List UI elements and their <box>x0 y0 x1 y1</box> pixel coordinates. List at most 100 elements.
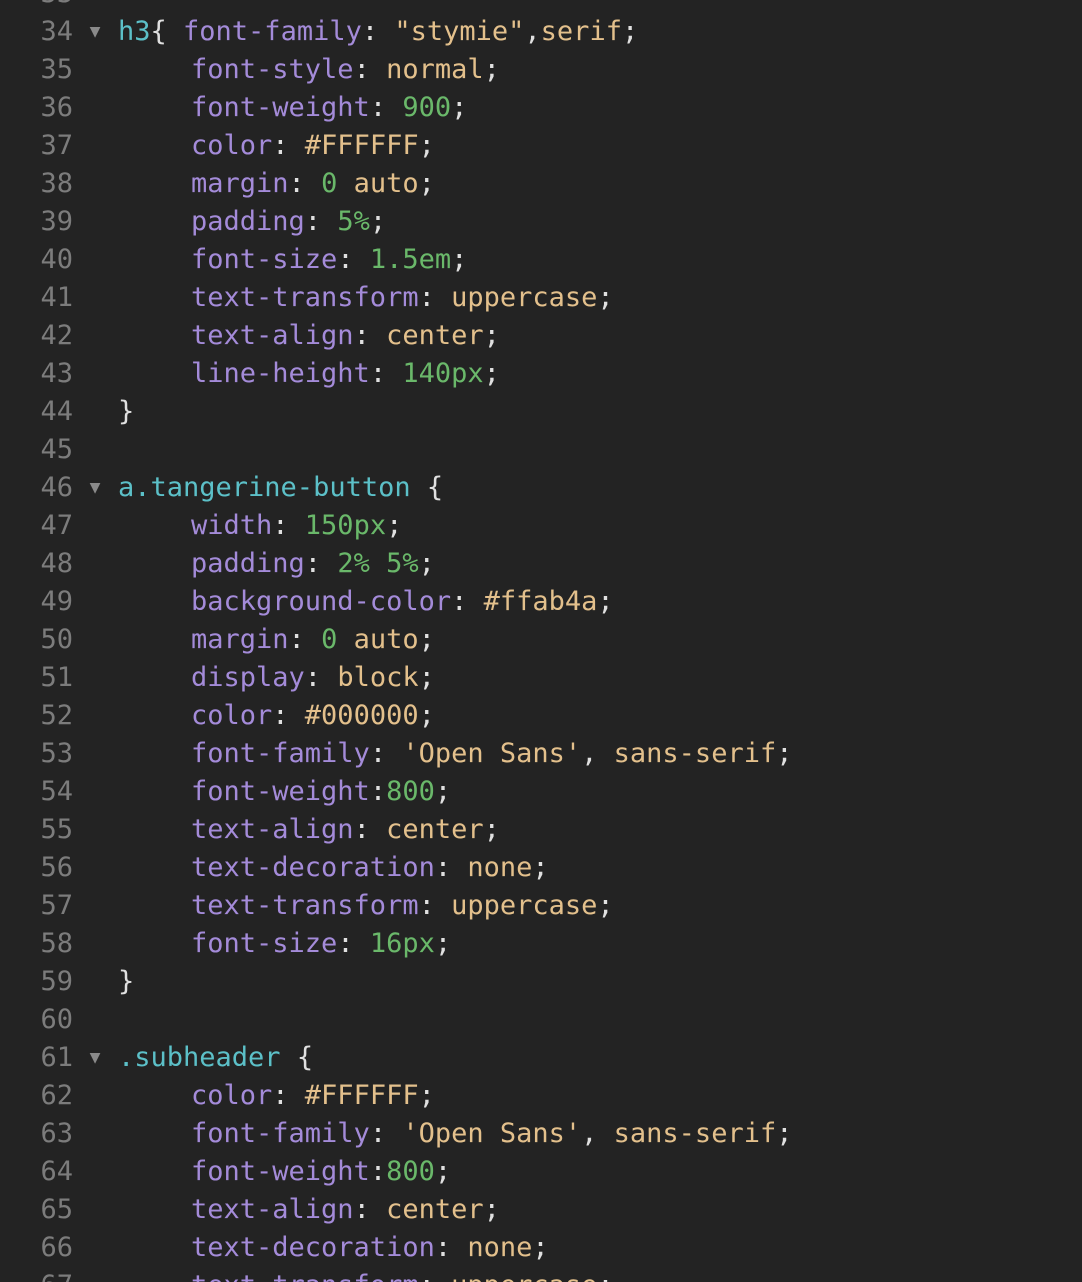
code-token: : <box>418 890 452 921</box>
line-number: 63 <box>40 1118 73 1149</box>
code-line[interactable]: 45 <box>0 431 1082 469</box>
line-number: 41 <box>40 282 73 313</box>
line-number: 51 <box>40 662 73 693</box>
code-token: 0 <box>321 168 338 199</box>
code-text: color: #FFFFFF; <box>118 127 435 165</box>
code-token: 140px <box>402 358 484 389</box>
code-token: 2% <box>337 548 370 579</box>
code-text: width: 150px; <box>118 507 402 545</box>
code-line[interactable]: 48 padding: 2% 5%; <box>0 545 1082 583</box>
code-line[interactable]: 33 <box>0 0 1082 13</box>
code-line[interactable]: 34 ▼ h3{ font-family: "stymie",serif; <box>0 13 1082 51</box>
code-line[interactable]: 60 <box>0 1001 1082 1039</box>
code-line[interactable]: 56 text-decoration: none; <box>0 849 1082 887</box>
code-token: : <box>434 852 468 883</box>
code-token: ; <box>418 662 435 693</box>
code-text: text-align: center; <box>118 317 500 355</box>
code-token: text-transform <box>191 890 419 921</box>
code-token: "stymie" <box>394 16 525 47</box>
code-token: none <box>467 852 533 883</box>
code-line[interactable]: 55 text-align: center; <box>0 811 1082 849</box>
code-line[interactable]: 52 color: #000000; <box>0 697 1082 735</box>
code-token: uppercase <box>451 1270 597 1282</box>
code-token: #FFFFFF <box>304 130 419 161</box>
code-line[interactable]: 51 display: block; <box>0 659 1082 697</box>
line-number: 54 <box>40 776 73 807</box>
code-token: text-decoration <box>191 1232 435 1263</box>
code-token: 800 <box>386 1156 435 1187</box>
code-line[interactable]: 39 padding: 5%; <box>0 203 1082 241</box>
code-line[interactable]: 43 line-height: 140px; <box>0 355 1082 393</box>
code-line[interactable]: 37 color: #FFFFFF; <box>0 127 1082 165</box>
code-token: : <box>272 1080 305 1111</box>
code-token: : <box>272 700 305 731</box>
code-token: ; <box>434 776 452 807</box>
code-line[interactable]: 35 font-style: normal; <box>0 51 1082 89</box>
code-token: text-transform <box>191 1270 419 1282</box>
code-line[interactable]: 66 text-decoration: none; <box>0 1229 1082 1267</box>
code-text: h3{ font-family: "stymie",serif; <box>118 13 638 51</box>
code-text: .subheader { <box>118 1039 313 1077</box>
code-token: : <box>288 168 322 199</box>
fold-arrow-icon[interactable]: ▼ <box>84 1039 106 1077</box>
code-line[interactable]: 67 text-transform: uppercase; <box>0 1267 1082 1282</box>
code-line[interactable]: 50 margin: 0 auto; <box>0 621 1082 659</box>
code-token: ; <box>434 928 452 959</box>
code-token: ; <box>483 358 500 389</box>
code-token: : <box>353 320 387 351</box>
code-token: : <box>353 1194 387 1225</box>
code-token: { <box>410 472 444 503</box>
code-line[interactable]: 65 text-align: center; <box>0 1191 1082 1229</box>
code-token: 'Open Sans' <box>402 1118 582 1149</box>
code-line[interactable]: 58 font-size: 16px; <box>0 925 1082 963</box>
code-token: : <box>304 548 338 579</box>
code-line[interactable]: 61 ▼ .subheader { <box>0 1039 1082 1077</box>
code-token: color <box>191 1080 273 1111</box>
code-line[interactable]: 41 text-transform: uppercase; <box>0 279 1082 317</box>
code-token: : <box>451 586 484 617</box>
code-token: padding <box>191 206 305 237</box>
code-token: center <box>386 1194 484 1225</box>
line-number: 35 <box>40 54 73 85</box>
code-line[interactable]: 46 ▼ a.tangerine-button { <box>0 469 1082 507</box>
line-number: 55 <box>40 814 73 845</box>
code-line[interactable]: 42 text-align: center; <box>0 317 1082 355</box>
fold-arrow-icon[interactable]: ▼ <box>84 13 106 51</box>
code-text: font-weight: 900; <box>118 89 467 127</box>
code-line[interactable]: 53 font-family: 'Open Sans', sans-serif; <box>0 735 1082 773</box>
code-token: ; <box>418 624 435 655</box>
code-token: font-weight <box>191 92 370 123</box>
code-token: : <box>369 358 403 389</box>
code-text: } <box>118 393 134 431</box>
code-line[interactable]: 62 color: #FFFFFF; <box>0 1077 1082 1115</box>
line-number: 60 <box>40 1004 73 1035</box>
line-number: 57 <box>40 890 73 921</box>
code-line[interactable]: 36 font-weight: 900; <box>0 89 1082 127</box>
line-number: 36 <box>40 92 73 123</box>
code-token: ; <box>532 852 549 883</box>
code-line[interactable]: 59} <box>0 963 1082 1001</box>
code-token: a.tangerine-button <box>118 472 411 503</box>
code-line[interactable]: 44} <box>0 393 1082 431</box>
code-token: color <box>191 130 273 161</box>
code-editor[interactable]: 3334▼h3{ font-family: "stymie",serif;35f… <box>0 0 1082 1282</box>
code-token: : <box>369 738 403 769</box>
code-token: 900 <box>402 92 452 123</box>
code-token: , <box>581 1118 614 1149</box>
code-line[interactable]: 54 font-weight:800; <box>0 773 1082 811</box>
code-line[interactable]: 49 background-color: #ffab4a; <box>0 583 1082 621</box>
code-line[interactable]: 38 margin: 0 auto; <box>0 165 1082 203</box>
code-token: : <box>434 1232 468 1263</box>
line-number: 46 <box>40 472 73 503</box>
code-line[interactable]: 40 font-size: 1.5em; <box>0 241 1082 279</box>
code-token: uppercase <box>451 890 598 921</box>
code-token: ; <box>776 738 793 769</box>
code-line[interactable]: 63 font-family: 'Open Sans', sans-serif; <box>0 1115 1082 1153</box>
code-token: .subheader <box>118 1042 281 1073</box>
code-line[interactable]: 64 font-weight:800; <box>0 1153 1082 1191</box>
code-line[interactable]: 57 text-transform: uppercase; <box>0 887 1082 925</box>
code-line[interactable]: 47 width: 150px; <box>0 507 1082 545</box>
code-token: : <box>353 54 387 85</box>
fold-arrow-icon[interactable]: ▼ <box>84 469 106 507</box>
